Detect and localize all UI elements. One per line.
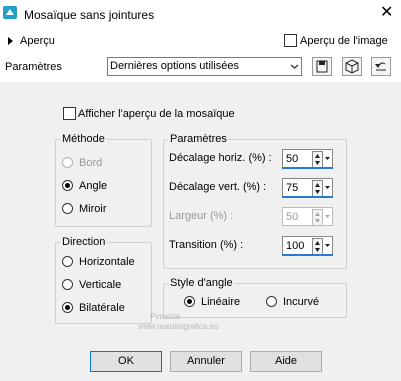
image-preview-label[interactable]: Aperçu de l'image [300,35,388,47]
stepper-arrows-icon[interactable] [312,180,323,197]
h-offset-value[interactable]: 50 [286,153,298,165]
dice-icon [345,59,359,74]
stepper-arrows-icon[interactable] [312,238,323,255]
radio-miroir[interactable] [62,203,73,214]
h-offset-label: Décalage horiz. (%) : [169,152,272,164]
stepper-arrows-icon[interactable] [312,209,323,226]
close-icon[interactable]: ✕ [380,5,393,21]
params-title: Paramètres [168,133,229,145]
random-button[interactable] [342,57,362,76]
radio-verticale[interactable] [62,279,73,290]
tile-preview-checkbox[interactable] [63,107,76,120]
save-preset-button[interactable] [312,57,332,76]
watermark-url: www.maidiragrafica.eu [138,322,219,331]
reset-button[interactable] [371,57,391,76]
chevron-down-icon[interactable] [323,209,332,224]
radio-lineaire-label: Linéaire [201,296,241,308]
transition-stepper[interactable]: 100 [282,236,333,256]
chevron-down-icon[interactable] [288,58,301,75]
stepper-arrows-icon[interactable] [312,151,323,168]
radio-angle-label: Angle [79,180,108,192]
ok-button[interactable]: OK [90,351,162,372]
cancel-button[interactable]: Annuler [170,351,242,372]
slider-bar[interactable] [282,167,333,169]
app-icon [3,6,17,19]
radio-incurve[interactable] [266,296,277,307]
v-offset-value[interactable]: 75 [286,182,298,194]
save-icon [316,60,328,73]
watermark-name: Pinuccia [150,312,181,321]
help-button[interactable]: Aide [250,351,322,372]
chevron-down-icon[interactable] [323,180,332,195]
reset-icon [375,62,386,71]
radio-angle[interactable] [62,180,73,191]
radio-incurve-label: Incurvé [283,296,320,308]
method-title: Méthode [60,133,107,145]
slider-bar[interactable] [282,254,333,256]
radio-bilaterale[interactable] [62,302,73,313]
direction-title: Direction [60,236,108,248]
v-offset-stepper[interactable]: 75 [282,178,333,198]
transition-label: Transition (%) : [169,239,244,251]
width-value[interactable]: 50 [286,211,298,223]
chevron-down-icon[interactable] [323,238,332,253]
transition-value[interactable]: 100 [286,240,304,252]
image-preview-checkbox[interactable] [284,34,297,47]
v-offset-label: Décalage vert. (%) : [169,181,267,193]
tile-preview-label[interactable]: Afficher l'aperçu de la mosaïque [78,108,235,120]
radio-horizontale[interactable] [62,256,73,267]
radio-horizontale-label: Horizontale [79,256,135,268]
radio-verticale-label: Verticale [79,279,122,291]
window-title: Mosaïque sans jointures [24,8,155,22]
width-label: Largeur (%) : [169,210,234,222]
h-offset-stepper[interactable]: 50 [282,149,333,169]
radio-miroir-label: Miroir [79,203,107,215]
slider-bar[interactable] [282,196,333,198]
preset-value: Dernières options utilisées [110,60,240,72]
chevron-down-icon[interactable] [323,151,332,166]
radio-bilaterale-label: Bilatérale [79,302,125,314]
corner-style-title: Style d'angle [168,277,235,289]
width-stepper[interactable]: 50 [282,207,333,226]
params-label: Paramètres [5,61,62,73]
radio-lineaire[interactable] [184,296,195,307]
preview-toggle-label[interactable]: Aperçu [20,35,55,47]
radio-bord[interactable] [62,157,73,168]
radio-bord-label: Bord [79,157,103,169]
expand-arrow-icon[interactable] [8,37,13,45]
